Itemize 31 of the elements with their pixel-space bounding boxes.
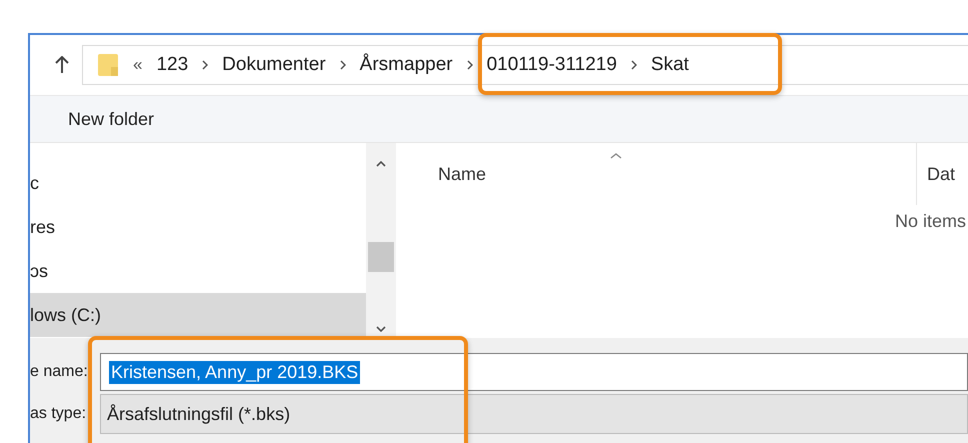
scroll-thumb[interactable] bbox=[368, 242, 394, 272]
nav-item[interactable]: c bbox=[30, 161, 366, 205]
folder-icon bbox=[97, 53, 119, 77]
breadcrumb[interactable]: Årsmapper bbox=[360, 54, 453, 76]
scroll-up-icon[interactable] bbox=[376, 161, 386, 167]
chevron-right-icon[interactable] bbox=[202, 60, 208, 70]
empty-message: No items bbox=[894, 211, 966, 232]
breadcrumb[interactable]: Dokumenter bbox=[222, 54, 326, 76]
chevron-right-icon[interactable] bbox=[340, 60, 346, 70]
sort-caret-icon bbox=[610, 153, 622, 159]
save-type-label: as type: bbox=[30, 405, 88, 423]
up-arrow-icon[interactable] bbox=[54, 56, 70, 74]
file-type-dropdown[interactable]: Årsafslutningsfil (*.bks) bbox=[100, 394, 968, 434]
selected-text: Kristensen, Anny_pr 2019.BKS bbox=[109, 360, 360, 384]
nav-item[interactable]: lows (C:) bbox=[30, 293, 366, 337]
column-header[interactable]: Dat bbox=[927, 164, 956, 184]
nav-item[interactable]: ɔs bbox=[30, 249, 366, 293]
new-folder-button[interactable]: New folder bbox=[68, 108, 154, 130]
chevron-right-icon[interactable] bbox=[630, 60, 637, 70]
file-name-field[interactable]: Kristensen, Anny_pr 2019.BKS bbox=[100, 353, 968, 391]
file-name-label: e name: bbox=[30, 363, 89, 381]
chevron-right-icon[interactable] bbox=[466, 60, 473, 70]
nav-item[interactable]: res bbox=[30, 205, 366, 249]
column-header[interactable]: Name bbox=[438, 164, 486, 184]
scrollbar[interactable] bbox=[366, 143, 396, 338]
scroll-down-icon[interactable] bbox=[376, 326, 386, 332]
breadcrumb[interactable]: 123 bbox=[156, 54, 188, 76]
breadcrumb[interactable]: Skat bbox=[650, 54, 689, 76]
breadcrumb[interactable]: 010119-311219 bbox=[486, 54, 617, 76]
overflow-chevron[interactable]: « bbox=[133, 55, 142, 75]
address-bar[interactable]: « 123 Dokumenter Årsmapper 010119-311219 Skat bbox=[82, 45, 968, 85]
